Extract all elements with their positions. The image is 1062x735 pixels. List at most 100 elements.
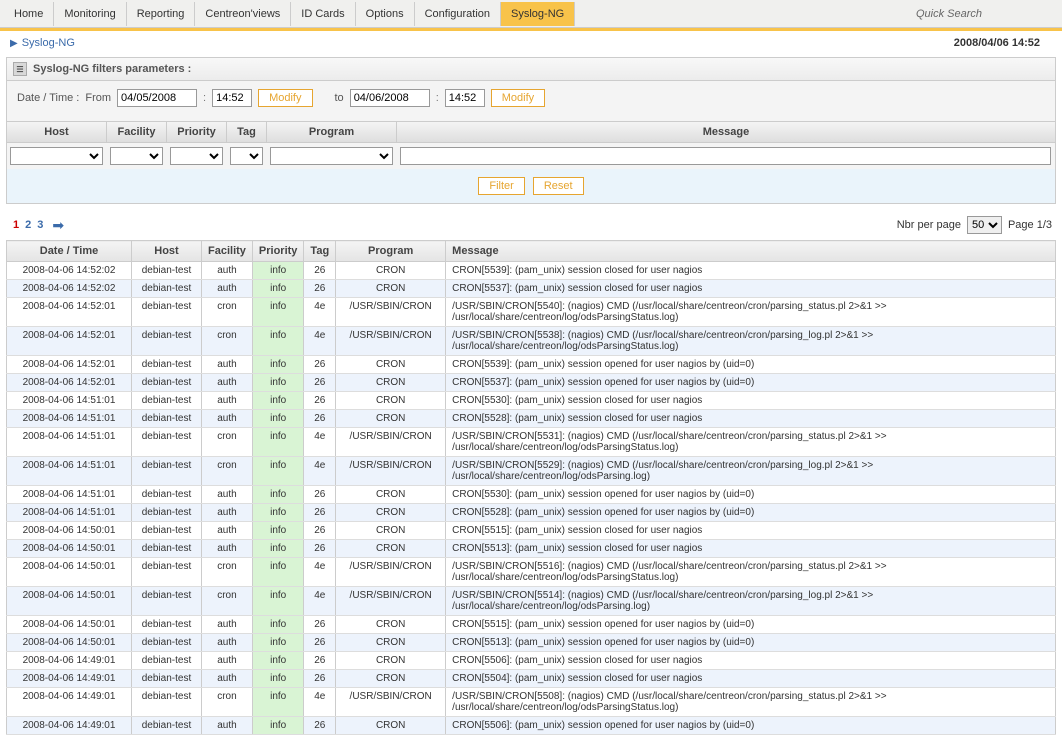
cell-tag: 4e [304,688,336,717]
tag-select[interactable] [230,147,263,165]
cell-pri: info [252,652,304,670]
reset-button[interactable]: Reset [533,177,584,195]
server-datetime: 2008/04/06 14:52 [954,37,1052,49]
table-row: 2008-04-06 14:51:01debian-testauthinfo26… [7,504,1056,522]
tab-configuration[interactable]: Configuration [415,2,501,26]
cell-pri: info [252,670,304,688]
cell-prog: CRON [336,262,446,280]
cell-fac: auth [202,670,253,688]
tab-syslog-ng[interactable]: Syslog-NG [501,2,575,26]
breadcrumb-bar: ▶ Syslog-NG 2008/04/06 14:52 [0,31,1062,55]
cell-prog: CRON [336,504,446,522]
col-header-host: Host [132,241,202,262]
from-date-input[interactable] [117,89,197,107]
to-date-input[interactable] [350,89,430,107]
program-select[interactable] [270,147,393,165]
table-row: 2008-04-06 14:51:01debian-testcroninfo4e… [7,457,1056,486]
cell-pri: info [252,587,304,616]
cell-pri: info [252,486,304,504]
cell-pri: info [252,522,304,540]
cell-msg: CRON[5539]: (pam_unix) session closed fo… [446,262,1056,280]
cell-prog: CRON [336,634,446,652]
cell-dt: 2008-04-06 14:49:01 [7,652,132,670]
cell-msg: CRON[5513]: (pam_unix) session closed fo… [446,540,1056,558]
cell-pri: info [252,410,304,428]
cell-tag: 26 [304,410,336,428]
cell-msg: CRON[5539]: (pam_unix) session opened fo… [446,356,1056,374]
cell-pri: info [252,392,304,410]
cell-msg: CRON[5506]: (pam_unix) session closed fo… [446,652,1056,670]
cell-fac: auth [202,374,253,392]
tab-options[interactable]: Options [356,2,415,26]
cell-tag: 4e [304,587,336,616]
breadcrumb-arrow-icon: ▶ [10,38,18,49]
modify-from-button[interactable]: Modify [258,89,312,107]
cell-dt: 2008-04-06 14:52:01 [7,356,132,374]
table-row: 2008-04-06 14:51:01debian-testauthinfo26… [7,410,1056,428]
cell-dt: 2008-04-06 14:51:01 [7,504,132,522]
tab-centreon-views[interactable]: Centreon'views [195,2,291,26]
to-time-input[interactable] [445,89,485,107]
cell-tag: 26 [304,540,336,558]
col-header-program: Program [336,241,446,262]
page-link-2[interactable]: 2 [22,219,34,231]
cell-dt: 2008-04-06 14:50:01 [7,634,132,652]
table-row: 2008-04-06 14:50:01debian-testauthinfo26… [7,634,1056,652]
datetime-label: Date / Time : [17,92,79,104]
cell-msg: /USR/SBIN/CRON[5531]: (nagios) CMD (/usr… [446,428,1056,457]
cell-prog: CRON [336,392,446,410]
nbr-per-page-select[interactable]: 50 [967,216,1002,234]
cell-tag: 4e [304,428,336,457]
filter-column-headers: Host Facility Priority Tag Program Messa… [7,121,1055,143]
cell-tag: 26 [304,670,336,688]
page-link-1[interactable]: 1 [10,219,22,231]
tab-id-cards[interactable]: ID Cards [291,2,355,26]
cell-pri: info [252,616,304,634]
host-select[interactable] [10,147,103,165]
table-row: 2008-04-06 14:50:01debian-testauthinfo26… [7,522,1056,540]
filter-inputs-row [7,143,1055,169]
table-row: 2008-04-06 14:50:01debian-testauthinfo26… [7,540,1056,558]
tab-home[interactable]: Home [4,2,54,26]
table-row: 2008-04-06 14:49:01debian-testcroninfo4e… [7,688,1056,717]
filter-button[interactable]: Filter [478,177,524,195]
modify-to-button[interactable]: Modify [491,89,545,107]
table-row: 2008-04-06 14:50:01debian-testcroninfo4e… [7,587,1056,616]
table-row: 2008-04-06 14:52:01debian-testauthinfo26… [7,374,1056,392]
table-row: 2008-04-06 14:52:01debian-testauthinfo26… [7,356,1056,374]
cell-fac: auth [202,486,253,504]
cell-dt: 2008-04-06 14:52:02 [7,262,132,280]
col-header-facility: Facility [202,241,253,262]
from-label: From [85,92,111,104]
main-menu: HomeMonitoringReportingCentreon'viewsID … [0,0,1062,28]
cell-prog: CRON [336,670,446,688]
cell-dt: 2008-04-06 14:49:01 [7,717,132,735]
cell-host: debian-test [132,356,202,374]
cell-fac: cron [202,327,253,356]
cell-prog: /USR/SBIN/CRON [336,457,446,486]
panel-title: ☰ Syslog-NG filters parameters : [7,58,1055,81]
cell-msg: CRON[5530]: (pam_unix) session opened fo… [446,486,1056,504]
page-link-3[interactable]: 3 [34,219,46,231]
from-time-input[interactable] [212,89,252,107]
panel-icon: ☰ [13,62,27,76]
cell-pri: info [252,428,304,457]
priority-select[interactable] [170,147,223,165]
cell-host: debian-test [132,428,202,457]
quick-search-label[interactable]: Quick Search [916,8,982,20]
cell-host: debian-test [132,522,202,540]
cell-host: debian-test [132,327,202,356]
cell-fac: auth [202,392,253,410]
cell-msg: CRON[5506]: (pam_unix) session opened fo… [446,717,1056,735]
cell-fac: auth [202,540,253,558]
table-row: 2008-04-06 14:51:01debian-testauthinfo26… [7,392,1056,410]
cell-dt: 2008-04-06 14:51:01 [7,457,132,486]
cell-host: debian-test [132,392,202,410]
cell-pri: info [252,298,304,327]
message-input[interactable] [400,147,1051,165]
next-page-arrow-icon[interactable]: ➡ [52,217,64,234]
tab-monitoring[interactable]: Monitoring [54,2,126,26]
breadcrumb[interactable]: Syslog-NG [22,37,75,49]
facility-select[interactable] [110,147,163,165]
tab-reporting[interactable]: Reporting [127,2,196,26]
